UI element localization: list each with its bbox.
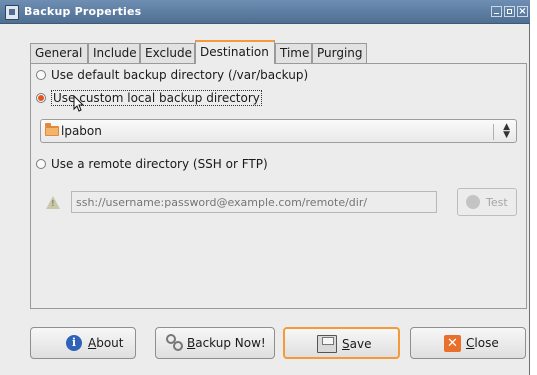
close-window-icon[interactable]: × <box>517 6 528 17</box>
close-label: Close <box>466 336 499 350</box>
backup-properties-window: Backup Properties × General Include Excl… <box>0 0 530 375</box>
warning-icon <box>46 196 60 209</box>
radio-remote-directory[interactable]: Use a remote directory (SSH or FTP) <box>36 157 268 171</box>
folder-chooser[interactable]: lpabon ▲ ▼ <box>40 119 517 143</box>
tab-exclude[interactable]: Exclude <box>140 43 195 63</box>
radio-custom-directory[interactable]: Use custom local backup directory <box>36 90 262 106</box>
folder-icon <box>45 123 59 136</box>
backup-now-label: Backup Now! <box>187 336 266 350</box>
save-button[interactable]: Save <box>283 327 400 359</box>
close-icon: ✕ <box>444 335 461 352</box>
tab-purging[interactable]: Purging <box>312 43 367 63</box>
radio-button-selected[interactable] <box>36 93 46 103</box>
about-label: About <box>88 336 124 350</box>
app-icon <box>5 5 19 20</box>
minimize-icon[interactable] <box>491 6 502 17</box>
tab-general[interactable]: General <box>30 43 88 63</box>
spinner-arrows-icon[interactable]: ▲ ▼ <box>503 123 510 140</box>
remote-uri-input[interactable] <box>71 191 437 213</box>
tab-include[interactable]: Include <box>88 43 140 63</box>
close-button[interactable]: ✕ Close <box>410 327 526 359</box>
test-label: Test <box>486 196 508 209</box>
maximize-icon[interactable] <box>504 6 515 17</box>
info-icon: i <box>66 335 82 351</box>
floppy-disk-icon <box>317 335 337 353</box>
folder-name: lpabon <box>61 124 102 138</box>
radio-label: Use a remote directory (SSH or FTP) <box>51 157 268 171</box>
save-label: Save <box>342 337 372 351</box>
window-title: Backup Properties <box>24 5 142 18</box>
radio-default-directory[interactable]: Use default backup directory (/var/backu… <box>36 68 308 82</box>
radio-label: Use default backup directory (/var/backu… <box>51 68 309 82</box>
refresh-icon <box>466 195 480 209</box>
tab-destination[interactable]: Destination <box>195 40 275 64</box>
gears-icon <box>166 334 184 352</box>
radio-button[interactable] <box>36 159 46 169</box>
radio-button[interactable] <box>36 70 46 80</box>
combo-separator <box>493 124 494 140</box>
tab-time[interactable]: Time <box>275 43 312 63</box>
title-bar[interactable]: Backup Properties × <box>0 0 530 24</box>
backup-now-button[interactable]: Backup Now! <box>155 327 275 359</box>
test-button[interactable]: Test <box>457 188 517 216</box>
about-button[interactable]: i About <box>30 327 136 359</box>
